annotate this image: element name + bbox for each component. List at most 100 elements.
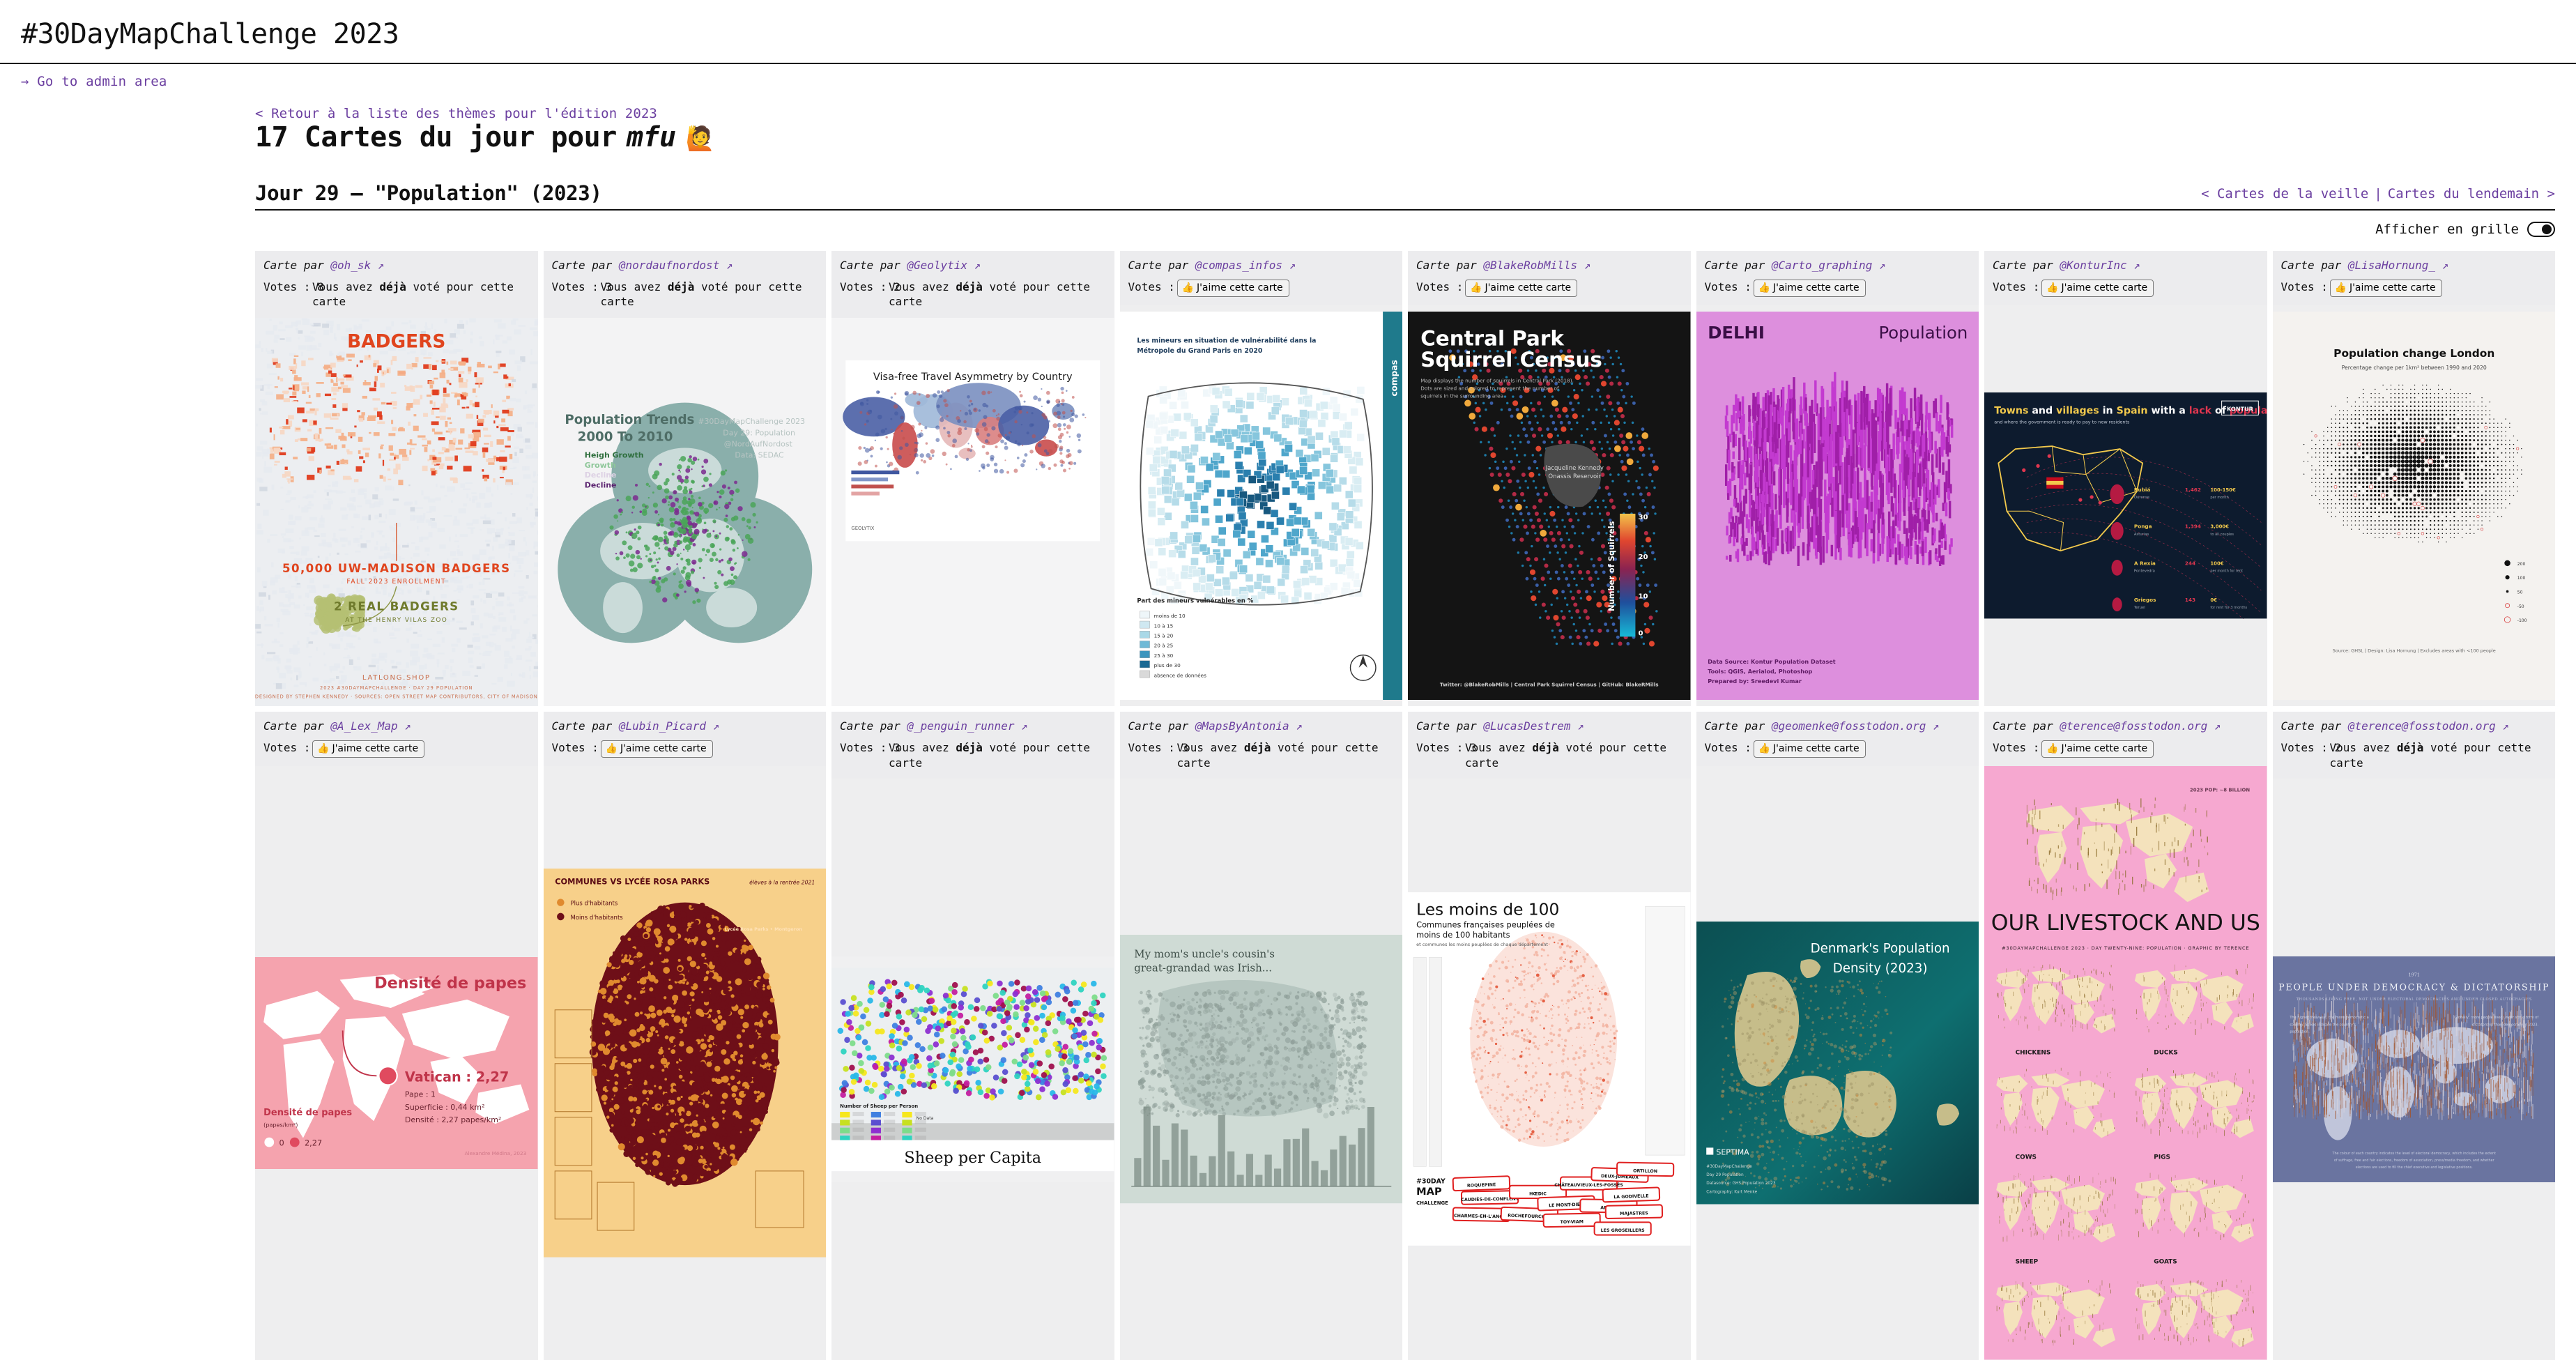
map-card: Carte par @Carto_graphing ↗Votes : 1👍J'a…: [1696, 251, 1979, 706]
card-map-thumbnail[interactable]: Towns and villages in Spain with a lack …: [1984, 305, 2267, 707]
svg-text:@NordAufNordost: @NordAufNordost: [723, 439, 792, 448]
card-map-thumbnail[interactable]: Visa-free Travel Asymmetry by Country GE…: [831, 318, 1114, 707]
card-header: Carte par @terence@fosstodon.org ↗Votes …: [2273, 712, 2556, 779]
map-card: Carte par @oh_sk ↗ Votes : 8 Vous avez déj…: [255, 251, 538, 706]
vote-button-label: J'aime cette carte: [1197, 282, 1283, 294]
already-voted-message: Vous avez déjà voté pour cette carte: [312, 280, 530, 310]
previous-day-link[interactable]: < Cartes de la veille: [2201, 186, 2368, 201]
go-to-admin-area-link[interactable]: → Go to admin area: [21, 74, 167, 89]
card-map-thumbnail[interactable]: Population change London Percentage chan…: [2273, 305, 2556, 707]
grid-toggle-label: Afficher en grille: [2375, 222, 2519, 237]
card-map-thumbnail[interactable]: 1971 PEOPLE UNDER DEMOCRACY & DICTATORSH…: [2273, 779, 2556, 1360]
svg-text:Les mineurs en situation de vu: Les mineurs en situation de vulnérabilit…: [1137, 337, 1316, 344]
card-byline: Carte par @nordaufnordost ↗: [552, 258, 818, 273]
card-author-link[interactable]: @Geolytix: [907, 259, 967, 272]
card-grid: Carte par @oh_sk ↗ Votes : 8 Vous avez déj…: [255, 251, 2555, 1360]
svg-text:BADGERS: BADGERS: [347, 331, 445, 352]
card-byline: Carte par @BlakeRobMills ↗: [1416, 258, 1682, 273]
card-vote-row: Votes : 3Vous avez déjà voté pour cette …: [1128, 740, 1395, 770]
vote-count: Votes : 0: [1705, 740, 1745, 756]
card-author-link[interactable]: @terence@fosstodon.org: [2060, 719, 2207, 733]
svg-text:2000 To 2010: 2000 To 2010: [577, 429, 673, 444]
breadcrumb-back-to-themes-link[interactable]: < Retour à la liste des thèmes pour l'éd…: [255, 106, 657, 121]
card-map-thumbnail[interactable]: Population Trends 2000 To 2010 Heigh Gro…: [544, 318, 827, 707]
card-byline: Carte par @terence@fosstodon.org ↗: [2281, 719, 2547, 734]
vote-button[interactable]: 👍J'aime cette carte: [1754, 740, 1866, 758]
admin-bar: → Go to admin area: [0, 64, 2576, 96]
vote-count: Votes : 8: [263, 280, 304, 295]
map-card: Carte par @geomenke@fosstodon.org ↗Votes…: [1696, 712, 1979, 1359]
card-author-link[interactable]: @geomenke@fosstodon.org: [1772, 719, 1926, 733]
thumbs-up-icon: 👍: [1470, 282, 1482, 294]
svg-text:Onassis Reservoir: Onassis Reservoir: [1548, 473, 1601, 480]
vote-button[interactable]: 👍J'aime cette carte: [1177, 280, 1289, 297]
svg-text:Teruel: Teruel: [2133, 606, 2145, 611]
svg-text:Pontevedra: Pontevedra: [2134, 570, 2155, 574]
card-author-link[interactable]: @BlakeRobMills: [1483, 259, 1577, 272]
card-vote-row: Votes : 3Vous avez déjà voté pour cette …: [840, 740, 1106, 770]
vote-button-label: J'aime cette carte: [332, 742, 418, 755]
map-card: Carte par @terence@fosstodon.org ↗Votes …: [2273, 712, 2556, 1359]
svg-text:moins de 10: moins de 10: [1153, 613, 1185, 619]
vote-button[interactable]: 👍J'aime cette carte: [2041, 280, 2154, 297]
card-author-link[interactable]: @_penguin_runner: [907, 719, 1014, 733]
card-byline: Carte par @Geolytix ↗: [840, 258, 1106, 273]
svg-text:Heigh Growth: Heigh Growth: [584, 451, 643, 460]
svg-text:1,462: 1,462: [2185, 487, 2201, 493]
card-map-thumbnail[interactable]: Denmark's Population Density (2023) SEPT…: [1696, 766, 1979, 1360]
card-map-thumbnail[interactable]: Jacqueline Kennedy Onassis Reservoir Cen…: [1408, 305, 1691, 707]
svg-text:per month: per month: [2210, 496, 2228, 500]
svg-text:Griegos: Griegos: [2134, 597, 2156, 603]
card-author-link[interactable]: @KonturInc: [2060, 259, 2126, 272]
already-voted-message: Vous avez déjà voté pour cette carte: [889, 280, 1106, 310]
svg-text:absence de données: absence de données: [1153, 672, 1206, 678]
card-map-thumbnail[interactable]: My mom's uncle's cousin's great-grandad …: [1120, 779, 1403, 1360]
vote-button[interactable]: 👍J'aime cette carte: [2330, 280, 2442, 297]
card-header: Carte par @LucasDestrem ↗Votes : 3Vous a…: [1408, 712, 1691, 779]
card-author-link[interactable]: @Carto_graphing: [1772, 259, 1873, 272]
map-card: Carte par @BlakeRobMills ↗Votes : 2👍J'ai…: [1408, 251, 1691, 706]
card-author-link[interactable]: @A_Lex_Map: [330, 719, 397, 733]
card-map-thumbnail[interactable]: BADGERS 50,000 UW-MADISON BADGERS FALL 2…: [255, 318, 538, 707]
card-author-link[interactable]: @terence@fosstodon.org: [2348, 719, 2496, 733]
vote-button[interactable]: 👍J'aime cette carte: [1754, 280, 1866, 297]
byline-prefix: Carte par: [1993, 259, 2060, 272]
card-author-link[interactable]: @LisaHornung_: [2348, 259, 2435, 272]
vote-button[interactable]: 👍J'aime cette carte: [312, 740, 424, 758]
next-day-link[interactable]: Cartes du lendemain >: [2388, 186, 2555, 201]
card-map-thumbnail[interactable]: Les moins de 100 Communes françaises peu…: [1408, 779, 1691, 1360]
svg-text:1,394: 1,394: [2185, 524, 2201, 530]
grid-view-toggle[interactable]: [2527, 222, 2555, 237]
card-author-link[interactable]: @compas_infos: [1195, 259, 1282, 272]
byline-prefix: Carte par: [1416, 719, 1483, 733]
svg-text:Rubiá: Rubiá: [2134, 487, 2150, 493]
vote-button[interactable]: 👍J'aime cette carte: [2041, 740, 2154, 758]
vote-button[interactable]: 👍J'aime cette carte: [1465, 280, 1577, 297]
card-map-thumbnail[interactable]: compas Les mineurs en situation de vulné…: [1120, 305, 1403, 707]
card-map-thumbnail[interactable]: Densité de papes Vatican : 2,27 Pape : 1…: [255, 766, 538, 1360]
vote-button-label: J'aime cette carte: [1485, 282, 1571, 294]
card-map-thumbnail[interactable]: DELHI Population Data Source: Kontur Pop…: [1696, 305, 1979, 707]
vote-count: Votes : 3: [840, 740, 880, 756]
card-map-thumbnail[interactable]: COMMUNES VS LYCÉE ROSA PARKS élèves à la…: [544, 766, 827, 1360]
already-voted-message: Vous avez déjà voté pour cette carte: [2330, 740, 2547, 770]
card-map-thumbnail[interactable]: 2023 POP: ~8 BILLION OUR LIVESTOCK AND U…: [1984, 766, 2267, 1360]
nav-separator: |: [2368, 186, 2387, 201]
card-author-link[interactable]: @nordaufnordost: [619, 259, 720, 272]
vote-button[interactable]: 👍J'aime cette carte: [601, 740, 713, 758]
card-author-link[interactable]: @MapsByAntonia: [1195, 719, 1289, 733]
card-header: Carte par @LisaHornung_ ↗Votes : 1👍J'aim…: [2273, 251, 2556, 305]
card-author-link[interactable]: @LucasDestrem: [1483, 719, 1570, 733]
card-author-link[interactable]: @oh_sk: [330, 259, 371, 272]
svg-text:Part des mineurs vulnérables e: Part des mineurs vulnérables en %: [1137, 597, 1253, 604]
map-card: Carte par @nordaufnordost ↗Votes : 3Vous…: [544, 251, 827, 706]
card-byline: Carte par @oh_sk ↗: [263, 258, 530, 273]
svg-text:Population: Population: [1878, 322, 1968, 342]
svg-text:Ponga: Ponga: [2134, 524, 2152, 530]
vote-count: Votes : 1: [2281, 280, 2322, 295]
byline-prefix: Carte par: [1705, 259, 1772, 272]
card-map-thumbnail[interactable]: Number of Sheep per Person: [831, 779, 1114, 1360]
card-author-link[interactable]: @Lubin_Picard: [619, 719, 706, 733]
card-header: Carte par @nordaufnordost ↗Votes : 3Vous…: [544, 251, 827, 318]
svg-text:50,000 UW-MADISON BADGERS: 50,000 UW-MADISON BADGERS: [282, 562, 510, 575]
